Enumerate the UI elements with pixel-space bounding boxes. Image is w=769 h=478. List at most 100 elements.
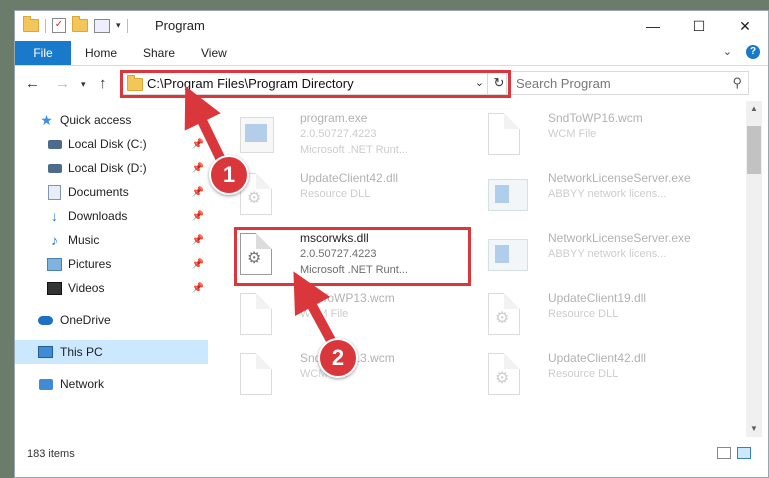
file-name: program.exe: [300, 111, 368, 125]
help-icon[interactable]: ?: [746, 45, 760, 59]
pin-icon[interactable]: 📌: [192, 139, 204, 150]
sidebar-item-onedrive[interactable]: OneDrive: [15, 308, 208, 332]
file-detail: WCM File: [548, 128, 597, 140]
file-icon: [240, 353, 276, 397]
file-name: NetworkLicenseServer.exe: [548, 231, 691, 245]
minimize-button[interactable]: —: [630, 11, 676, 41]
sidebar-item-label: Downloads: [68, 209, 128, 223]
file-name: UpdateClient42.dll: [300, 171, 399, 185]
disk-icon: [47, 162, 62, 175]
scroll-up-icon[interactable]: ▲: [746, 101, 762, 117]
file-item[interactable]: ⚙ UpdateClient42.dll Resource DLL: [476, 349, 716, 405]
file-name: UpdateClient42.dll: [548, 351, 647, 365]
search-placeholder[interactable]: Search Program: [516, 76, 611, 91]
sidebar-item-label: Network: [60, 377, 105, 391]
sidebar-item-downloads[interactable]: ↓ Downloads 📌: [15, 204, 208, 228]
expand-ribbon-icon[interactable]: ⌄: [723, 45, 732, 58]
window-title: Program: [155, 18, 205, 33]
sidebar-item-pictures[interactable]: Pictures 📌: [15, 252, 208, 276]
pin-icon[interactable]: 📌: [192, 211, 204, 222]
recent-locations-icon[interactable]: ▾: [81, 79, 86, 90]
exe-icon: [240, 113, 276, 157]
folder-icon: [23, 16, 39, 32]
sidebar-item-network[interactable]: Network: [15, 372, 208, 396]
file-detail: ABBYY network licens...: [548, 188, 667, 200]
title-bar: ✓ ▾ Program — ☐ ✕: [15, 11, 768, 41]
file-item[interactable]: SndToWP16.wcm WCM File: [476, 109, 716, 165]
file-name: NetworkLicenseServer.exe: [548, 171, 691, 185]
sidebar-item-local-disk-c[interactable]: Local Disk (C:) 📌: [15, 132, 208, 156]
search-icon[interactable]: ⚲: [732, 75, 742, 91]
file-item[interactable]: SndToWP13.wcm WCM File: [228, 289, 468, 345]
onedrive-icon: [38, 314, 53, 327]
file-detail: Resource DLL: [548, 368, 619, 380]
app-icon: [488, 173, 528, 217]
documents-icon: [47, 184, 62, 200]
sidebar-item-label: OneDrive: [60, 313, 111, 327]
properties-check-icon[interactable]: ✓: [52, 18, 66, 33]
close-button[interactable]: ✕: [722, 11, 768, 41]
tab-home[interactable]: Home: [85, 46, 117, 60]
pin-icon[interactable]: 📌: [192, 163, 204, 174]
file-detail: WCM File: [300, 308, 349, 320]
pin-icon[interactable]: 📌: [192, 235, 204, 246]
sidebar-item-quick-access[interactable]: ★ Quick access: [15, 108, 208, 132]
sidebar-item-music[interactable]: ♪ Music 📌: [15, 228, 208, 252]
tiles-view-icon[interactable]: [737, 447, 751, 459]
file-detail: Resource DLL: [300, 188, 371, 200]
scroll-down-icon[interactable]: ▼: [746, 421, 762, 437]
sidebar-item-label: This PC: [60, 345, 103, 359]
status-bar: 183 items: [15, 442, 768, 466]
address-highlight-box: [120, 70, 511, 98]
file-item[interactable]: ⚙ UpdateClient42.dll Resource DLL: [228, 169, 468, 225]
pictures-icon: [47, 257, 62, 271]
file-detail: ABBYY network licens...: [548, 248, 667, 260]
new-folder-icon[interactable]: [72, 16, 88, 32]
details-view-icon[interactable]: [717, 447, 731, 459]
network-icon: [38, 378, 53, 391]
vertical-scrollbar[interactable]: ▲ ▼: [746, 101, 762, 437]
app-icon: [488, 233, 528, 277]
sidebar-item-label: Pictures: [68, 257, 112, 271]
step-2-badge: 2: [318, 338, 358, 378]
pin-icon[interactable]: 📌: [192, 283, 204, 294]
sidebar-item-this-pc[interactable]: This PC: [15, 340, 208, 364]
file-detail: Microsoft .NET Runt...: [300, 144, 408, 156]
download-icon: ↓: [51, 208, 58, 224]
search-box[interactable]: Search Program ⚲: [506, 71, 749, 95]
sidebar-item-label: Quick access: [60, 113, 132, 127]
sidebar-item-videos[interactable]: Videos 📌: [15, 276, 208, 300]
window-controls: — ☐ ✕: [630, 11, 768, 41]
back-arrow-icon[interactable]: ←: [25, 75, 40, 92]
pin-icon[interactable]: 📌: [192, 187, 204, 198]
file-icon: [488, 113, 524, 157]
disk-icon: [47, 138, 62, 151]
tab-view[interactable]: View: [201, 46, 227, 60]
pin-icon[interactable]: 📌: [192, 259, 204, 270]
file-item[interactable]: ⚙ UpdateClient19.dll Resource DLL: [476, 289, 716, 345]
maximize-button[interactable]: ☐: [676, 11, 722, 41]
file-name: SndToWP13.wcm: [300, 291, 395, 305]
file-item[interactable]: program.exe 2.0.50727.4223 Microsoft .NE…: [228, 109, 468, 165]
forward-arrow-icon[interactable]: →: [55, 75, 70, 92]
dll-icon: ⚙: [488, 293, 524, 337]
dll-icon: ⚙: [488, 353, 524, 397]
file-item[interactable]: NetworkLicenseServer.exe ABBYY network l…: [476, 229, 716, 285]
file-detail: Resource DLL: [548, 308, 619, 320]
file-item[interactable]: NetworkLicenseServer.exe ABBYY network l…: [476, 169, 716, 225]
music-icon: ♪: [51, 232, 58, 248]
scroll-thumb[interactable]: [747, 126, 761, 174]
file-detail: 2.0.50727.4223: [300, 128, 377, 140]
sidebar-item-local-disk-d[interactable]: Local Disk (D:) 📌: [15, 156, 208, 180]
navigation-pane: ★ Quick access Local Disk (C:) 📌 Local D…: [15, 101, 208, 437]
customize-icon[interactable]: [94, 18, 110, 33]
file-highlight-box: [234, 227, 471, 286]
tab-file[interactable]: File: [15, 41, 71, 65]
toolbar-separator: [45, 18, 46, 33]
tab-share[interactable]: Share: [143, 46, 175, 60]
sidebar-item-documents[interactable]: Documents 📌: [15, 180, 208, 204]
pc-icon: [38, 346, 53, 359]
up-arrow-icon[interactable]: ↑: [99, 75, 107, 92]
sidebar-item-label: Videos: [68, 281, 105, 295]
chevron-down-icon[interactable]: ▾: [116, 20, 121, 31]
